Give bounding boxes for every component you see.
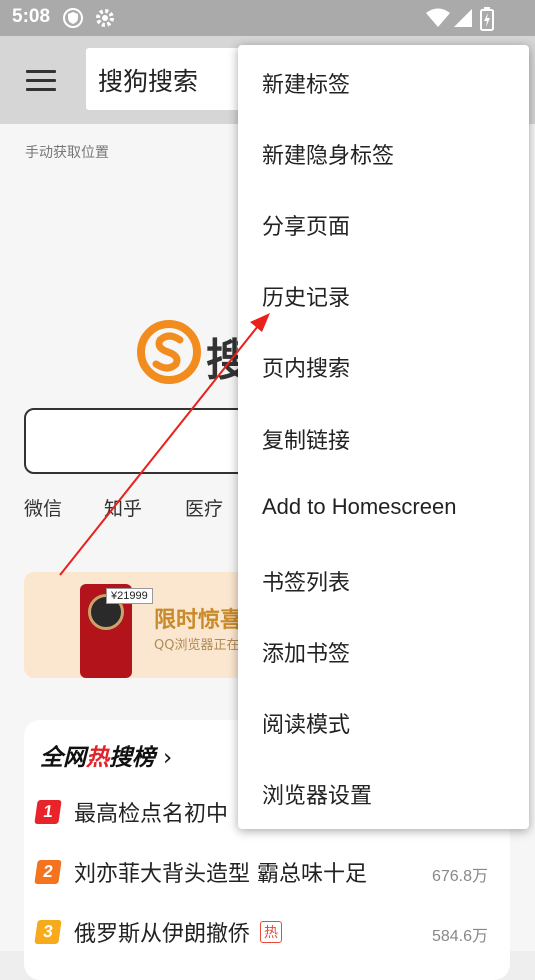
annotation-arrow-icon — [59, 313, 270, 576]
